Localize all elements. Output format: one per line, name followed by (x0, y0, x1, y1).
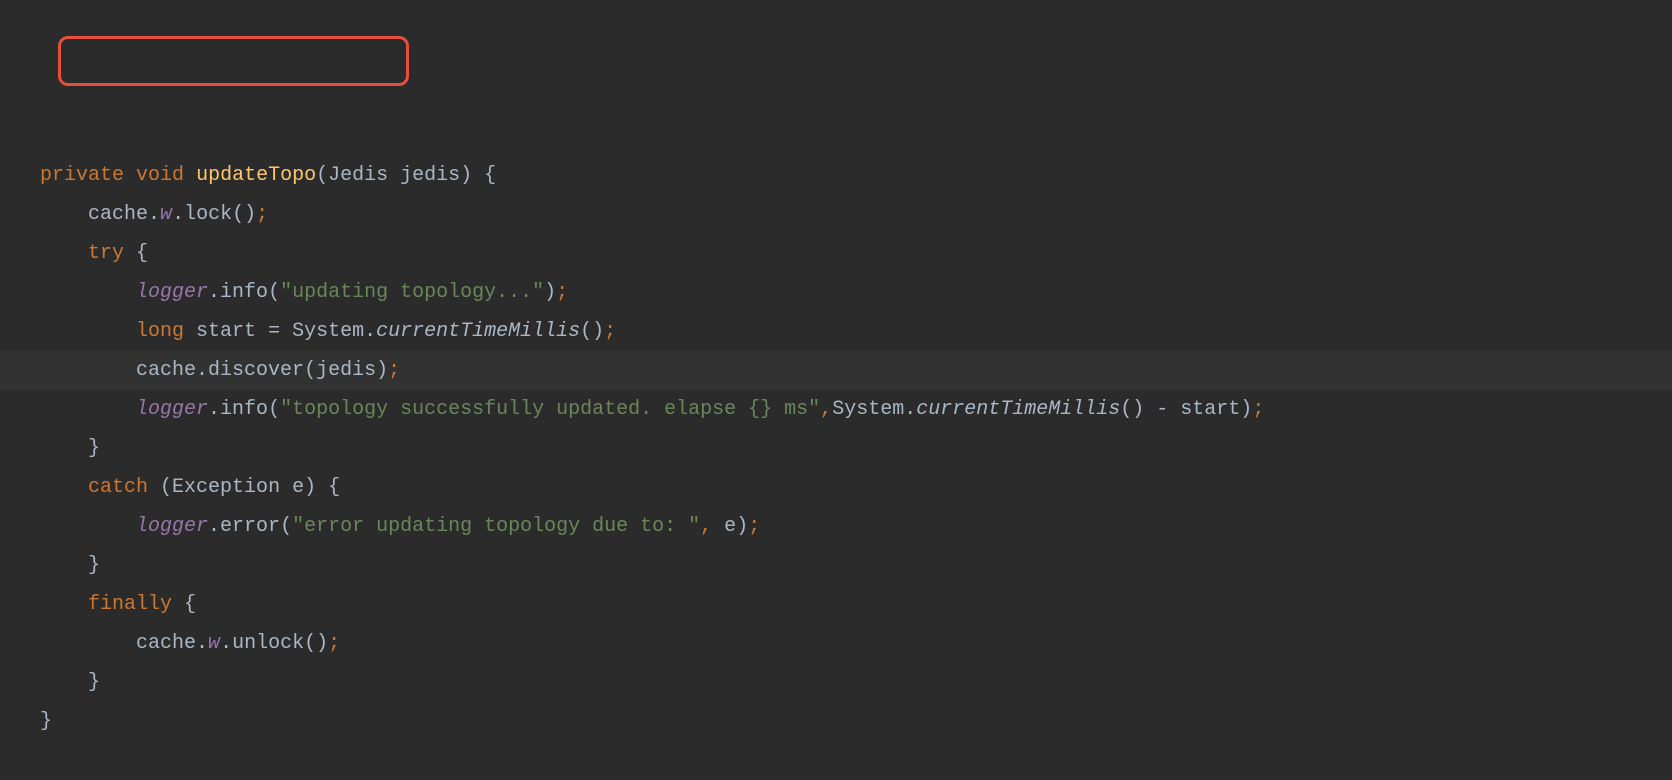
field: logger (136, 515, 208, 538)
semicolon: ; (388, 359, 400, 382)
paren: ( (316, 164, 328, 187)
string: "topology successfully updated. elapse {… (280, 398, 820, 421)
brace: } (88, 671, 100, 694)
code-line[interactable]: catch (Exception e) { (0, 468, 1672, 507)
paren: ) (544, 281, 556, 304)
paren: ( (280, 515, 292, 538)
code-editor: private void updateTopo(Jedis jedis) { c… (0, 0, 1672, 780)
code-line[interactable]: try { (0, 234, 1672, 273)
brace: { (316, 476, 340, 499)
dot: . (208, 515, 220, 538)
paren: ) (304, 476, 316, 499)
parens: () (580, 320, 604, 343)
parens: () (1120, 398, 1144, 421)
code-line[interactable]: private void updateTopo(Jedis jedis) { (0, 156, 1672, 195)
method-call: info (220, 398, 268, 421)
highlight-box (58, 36, 409, 86)
method-call: discover (208, 359, 304, 382)
semicolon: ; (556, 281, 568, 304)
ident: jedis (316, 359, 376, 382)
method-call: lock (184, 203, 232, 226)
brace: { (472, 164, 496, 187)
code-line[interactable]: logger.error("error updating topology du… (0, 507, 1672, 546)
field: logger (136, 398, 208, 421)
ident: e (712, 515, 736, 538)
brace: } (88, 554, 100, 577)
param-name: jedis (400, 164, 460, 187)
code-line[interactable]: } (0, 702, 1672, 741)
keyword: try (88, 242, 124, 265)
dot: . (196, 359, 208, 382)
dot: . (148, 203, 160, 226)
code-line[interactable]: } (0, 429, 1672, 468)
semicolon: ; (256, 203, 268, 226)
paren: ) (1240, 398, 1252, 421)
op: = (268, 320, 292, 343)
semicolon: ; (748, 515, 760, 538)
comma: , (820, 398, 832, 421)
keyword: long (136, 320, 184, 343)
keyword: void (136, 164, 184, 187)
paren: ) (460, 164, 472, 187)
code-line[interactable]: long start = System.currentTimeMillis(); (0, 312, 1672, 351)
static-method: currentTimeMillis (916, 398, 1120, 421)
paren: ( (268, 398, 280, 421)
string: "updating topology..." (280, 281, 544, 304)
code-line[interactable]: cache.w.lock(); (0, 195, 1672, 234)
brace: { (124, 242, 148, 265)
paren: ( (304, 359, 316, 382)
method-call: error (220, 515, 280, 538)
paren: ) (376, 359, 388, 382)
brace: } (88, 437, 100, 460)
paren: ( (268, 281, 280, 304)
ident: start (196, 320, 268, 343)
dot: . (208, 281, 220, 304)
paren: ( (148, 476, 172, 499)
code-line[interactable]: } (0, 663, 1672, 702)
code-line[interactable]: logger.info("topology successfully updat… (0, 390, 1672, 429)
method-call: info (220, 281, 268, 304)
field: w (160, 203, 172, 226)
comma: , (700, 515, 712, 538)
ident: cache (88, 203, 148, 226)
ident: start (1180, 398, 1240, 421)
parens: () (232, 203, 256, 226)
keyword: finally (88, 593, 172, 616)
dot: . (172, 203, 184, 226)
keyword: catch (88, 476, 148, 499)
op: - (1144, 398, 1180, 421)
class-ref: System. (832, 398, 916, 421)
brace: { (172, 593, 196, 616)
code-line[interactable]: finally { (0, 585, 1672, 624)
code-line-current[interactable]: cache.discover(jedis); (0, 351, 1672, 390)
method-name: updateTopo (196, 164, 316, 187)
semicolon: ; (1252, 398, 1264, 421)
paren: ) (736, 515, 748, 538)
semicolon: ; (604, 320, 616, 343)
keyword: private (40, 164, 124, 187)
dot: . (208, 398, 220, 421)
string: "error updating topology due to: " (292, 515, 700, 538)
static-method: currentTimeMillis (376, 320, 580, 343)
class-ref: System. (292, 320, 376, 343)
param-type: Jedis (328, 164, 388, 187)
ident: cache (136, 359, 196, 382)
code-line[interactable]: } (0, 546, 1672, 585)
brace: } (40, 710, 52, 733)
code-line[interactable]: logger.info("updating topology..."); (0, 273, 1672, 312)
ident: e (280, 476, 304, 499)
field: logger (136, 281, 208, 304)
type: Exception (172, 476, 280, 499)
